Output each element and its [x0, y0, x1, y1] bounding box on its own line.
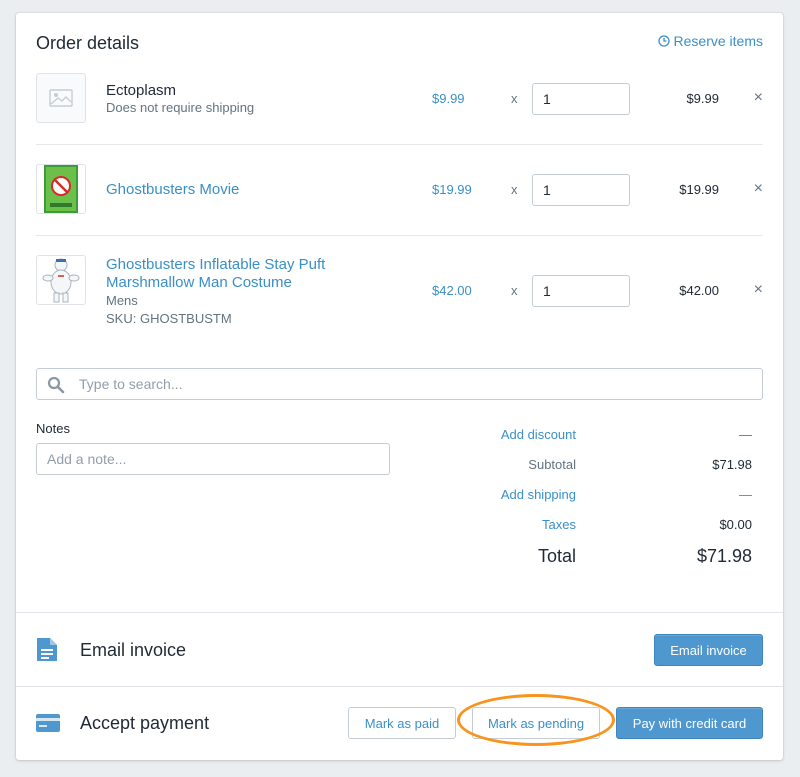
item-total: $42.00: [679, 283, 719, 298]
product-thumbnail: [36, 73, 86, 123]
accept-payment-title: Accept payment: [80, 713, 210, 733]
subtotal-value: $71.98: [712, 457, 752, 472]
item-price[interactable]: $19.99: [432, 182, 472, 197]
mark-as-pending-button[interactable]: Mark as pending: [472, 707, 600, 739]
email-invoice-title: Email invoice: [80, 640, 187, 660]
section-divider: [16, 686, 783, 687]
quantity-input[interactable]: [532, 174, 630, 206]
item-price[interactable]: $9.99: [432, 91, 465, 106]
item-total: $9.99: [686, 91, 719, 106]
item-name-link[interactable]: Ghostbusters Movie: [106, 180, 239, 200]
product-search[interactable]: [36, 368, 763, 400]
costume-figure-icon: [42, 258, 80, 303]
remove-item-button[interactable]: ×: [754, 89, 763, 107]
subtotal-label: Subtotal: [528, 457, 576, 472]
quantity-input[interactable]: [532, 275, 630, 307]
notes-input[interactable]: [36, 443, 390, 475]
add-shipping-link[interactable]: Add shipping: [501, 487, 576, 502]
clock-icon: [657, 35, 670, 47]
item-total: $19.99: [679, 182, 719, 197]
search-icon: [47, 376, 65, 394]
line-item-ectoplasm: Ectoplasm Does not require shipping $9.9…: [36, 73, 763, 125]
add-discount-link[interactable]: Add discount: [501, 427, 576, 442]
order-title: Order details: [36, 33, 140, 53]
times-sign: x: [511, 283, 518, 298]
taxes-value: $0.00: [719, 517, 752, 532]
item-sku: SKU: GHOSTBUSTM: [106, 311, 232, 326]
reserve-items-label: Reserve items: [673, 33, 763, 49]
taxes-link[interactable]: Taxes: [542, 517, 576, 532]
product-thumbnail: [36, 164, 86, 214]
line-item-stay-puft-costume: Ghostbusters Inflatable Stay Puft Marshm…: [36, 255, 763, 329]
times-sign: x: [511, 182, 518, 197]
divider: [36, 235, 763, 236]
total-value: $71.98: [696, 546, 752, 566]
close-icon: ×: [753, 180, 763, 197]
close-icon: ×: [753, 281, 763, 298]
notes-label: Notes: [36, 421, 70, 436]
product-thumbnail: [36, 255, 86, 305]
item-price[interactable]: $42.00: [432, 283, 472, 298]
movie-cover-icon: [44, 165, 78, 213]
discount-value: —: [739, 427, 752, 442]
credit-card-icon: [36, 714, 60, 732]
document-icon: [37, 638, 57, 661]
reserve-items-link[interactable]: Reserve items: [657, 33, 763, 49]
order-card: Order details Reserve items Ectoplasm Do…: [16, 13, 783, 760]
image-placeholder-icon: [49, 89, 73, 107]
remove-item-button[interactable]: ×: [754, 180, 763, 198]
quantity-input[interactable]: [532, 83, 630, 115]
mark-as-paid-button[interactable]: Mark as paid: [348, 707, 456, 739]
remove-item-button[interactable]: ×: [754, 281, 763, 299]
item-name-line1[interactable]: Ghostbusters Inflatable Stay Puft: [106, 255, 325, 275]
line-item-ghostbusters-movie: Ghostbusters Movie $19.99 x $19.99 ×: [36, 164, 763, 216]
search-input[interactable]: [79, 369, 739, 399]
item-variant: Mens: [106, 293, 138, 308]
section-divider: [16, 612, 783, 613]
item-name-line2[interactable]: Marshmallow Man Costume: [106, 273, 292, 293]
close-icon: ×: [753, 89, 763, 106]
divider: [36, 144, 763, 145]
item-shipping-note: Does not require shipping: [106, 100, 255, 115]
email-invoice-button[interactable]: Email invoice: [654, 634, 763, 666]
shipping-value: —: [739, 487, 752, 502]
times-sign: x: [511, 91, 518, 106]
total-label: Total: [537, 546, 576, 566]
pay-with-credit-card-button[interactable]: Pay with credit card: [616, 707, 763, 739]
